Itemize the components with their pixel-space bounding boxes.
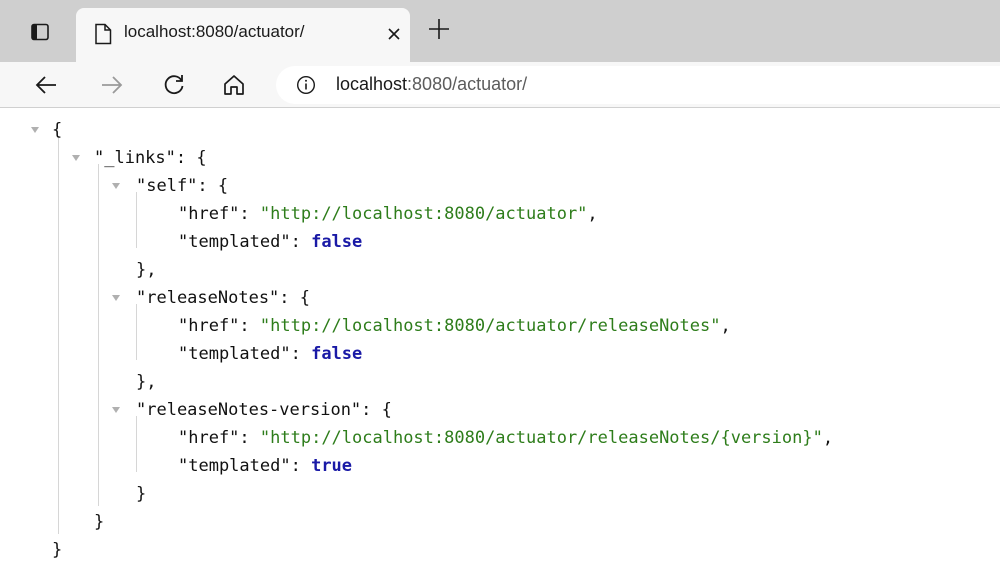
json-key: "href" — [178, 316, 240, 336]
tab-actions-button[interactable] — [28, 20, 52, 44]
browser-toolbar: localhost:8080/actuator/ — [0, 62, 1000, 108]
indent-guide — [136, 192, 137, 248]
tab-strip: localhost:8080/actuator/ — [0, 0, 1000, 62]
collapse-triangle-icon[interactable] — [111, 181, 121, 191]
forward-arrow-icon — [102, 76, 123, 94]
json-string-value: "http://localhost:8080/actuator/releaseN… — [259, 316, 721, 336]
page-icon — [95, 23, 112, 45]
json-close-brace: }, — [136, 260, 157, 280]
indent-guide — [136, 416, 137, 472]
json-line-release-notes-version-templated: "templated": true — [178, 456, 353, 476]
json-key: "templated" — [178, 344, 291, 364]
home-icon — [224, 75, 244, 95]
home-button[interactable] — [218, 69, 250, 101]
json-key: "_links" — [94, 148, 176, 168]
back-button[interactable] — [30, 69, 62, 101]
collapse-triangle-icon[interactable] — [30, 125, 40, 135]
url-text[interactable]: localhost:8080/actuator/ — [336, 74, 527, 95]
json-key: "releaseNotes" — [136, 288, 280, 308]
json-close-brace: }, — [136, 372, 157, 392]
json-string-value: "http://localhost:8080/actuator/releaseN… — [259, 428, 823, 448]
collapse-triangle-icon[interactable] — [111, 293, 121, 303]
json-close-brace: } — [136, 484, 147, 504]
collapse-triangle-icon[interactable] — [71, 153, 81, 163]
tab-title: localhost:8080/actuator/ — [124, 22, 305, 41]
json-close-brace: } — [94, 512, 105, 532]
refresh-icon — [164, 75, 184, 95]
json-key: "self" — [136, 176, 198, 196]
indent-guide — [136, 304, 137, 360]
url-path: :8080/actuator/ — [407, 74, 528, 94]
json-boolean-value: false — [311, 344, 363, 364]
json-line-self-href: "href": "http://localhost:8080/actuator"… — [178, 204, 598, 224]
json-line-self-templated: "templated": false — [178, 232, 363, 252]
refresh-button[interactable] — [158, 69, 190, 101]
json-key: "href" — [178, 428, 240, 448]
collapse-triangle-icon[interactable] — [111, 405, 121, 415]
json-line-release-notes-version: "releaseNotes-version": { — [136, 400, 392, 420]
info-icon[interactable] — [296, 75, 316, 95]
address-bar[interactable]: localhost:8080/actuator/ — [276, 66, 1000, 104]
tab-actions-icon — [31, 23, 49, 41]
json-root-close: } — [52, 540, 63, 560]
json-key: "templated" — [178, 232, 291, 252]
json-root-open: { — [52, 120, 63, 140]
json-viewer: { "_links": { "self": { "href": "http://… — [0, 108, 1000, 576]
json-key: "templated" — [178, 456, 291, 476]
json-line-release-notes-version-href: "href": "http://localhost:8080/actuator/… — [178, 428, 834, 448]
plus-icon[interactable] — [426, 16, 452, 42]
json-line-release-notes-href: "href": "http://localhost:8080/actuator/… — [178, 316, 731, 336]
json-key: "href" — [178, 204, 240, 224]
json-key: "releaseNotes-version" — [136, 400, 362, 420]
json-boolean-value: false — [311, 232, 363, 252]
json-string-value: "http://localhost:8080/actuator" — [259, 204, 588, 224]
indent-guide — [98, 164, 99, 506]
json-boolean-value: true — [311, 456, 353, 476]
json-line-release-notes: "releaseNotes": { — [136, 288, 311, 308]
json-line-self: "self": { — [136, 176, 229, 196]
back-arrow-icon — [35, 76, 56, 94]
json-line-release-notes-templated: "templated": false — [178, 344, 363, 364]
json-line-links: "_links": { — [94, 148, 207, 168]
indent-guide — [58, 136, 59, 534]
close-icon[interactable] — [384, 24, 404, 44]
url-host: localhost — [336, 74, 408, 94]
active-tab[interactable]: localhost:8080/actuator/ — [76, 8, 410, 62]
forward-button[interactable] — [96, 69, 128, 101]
